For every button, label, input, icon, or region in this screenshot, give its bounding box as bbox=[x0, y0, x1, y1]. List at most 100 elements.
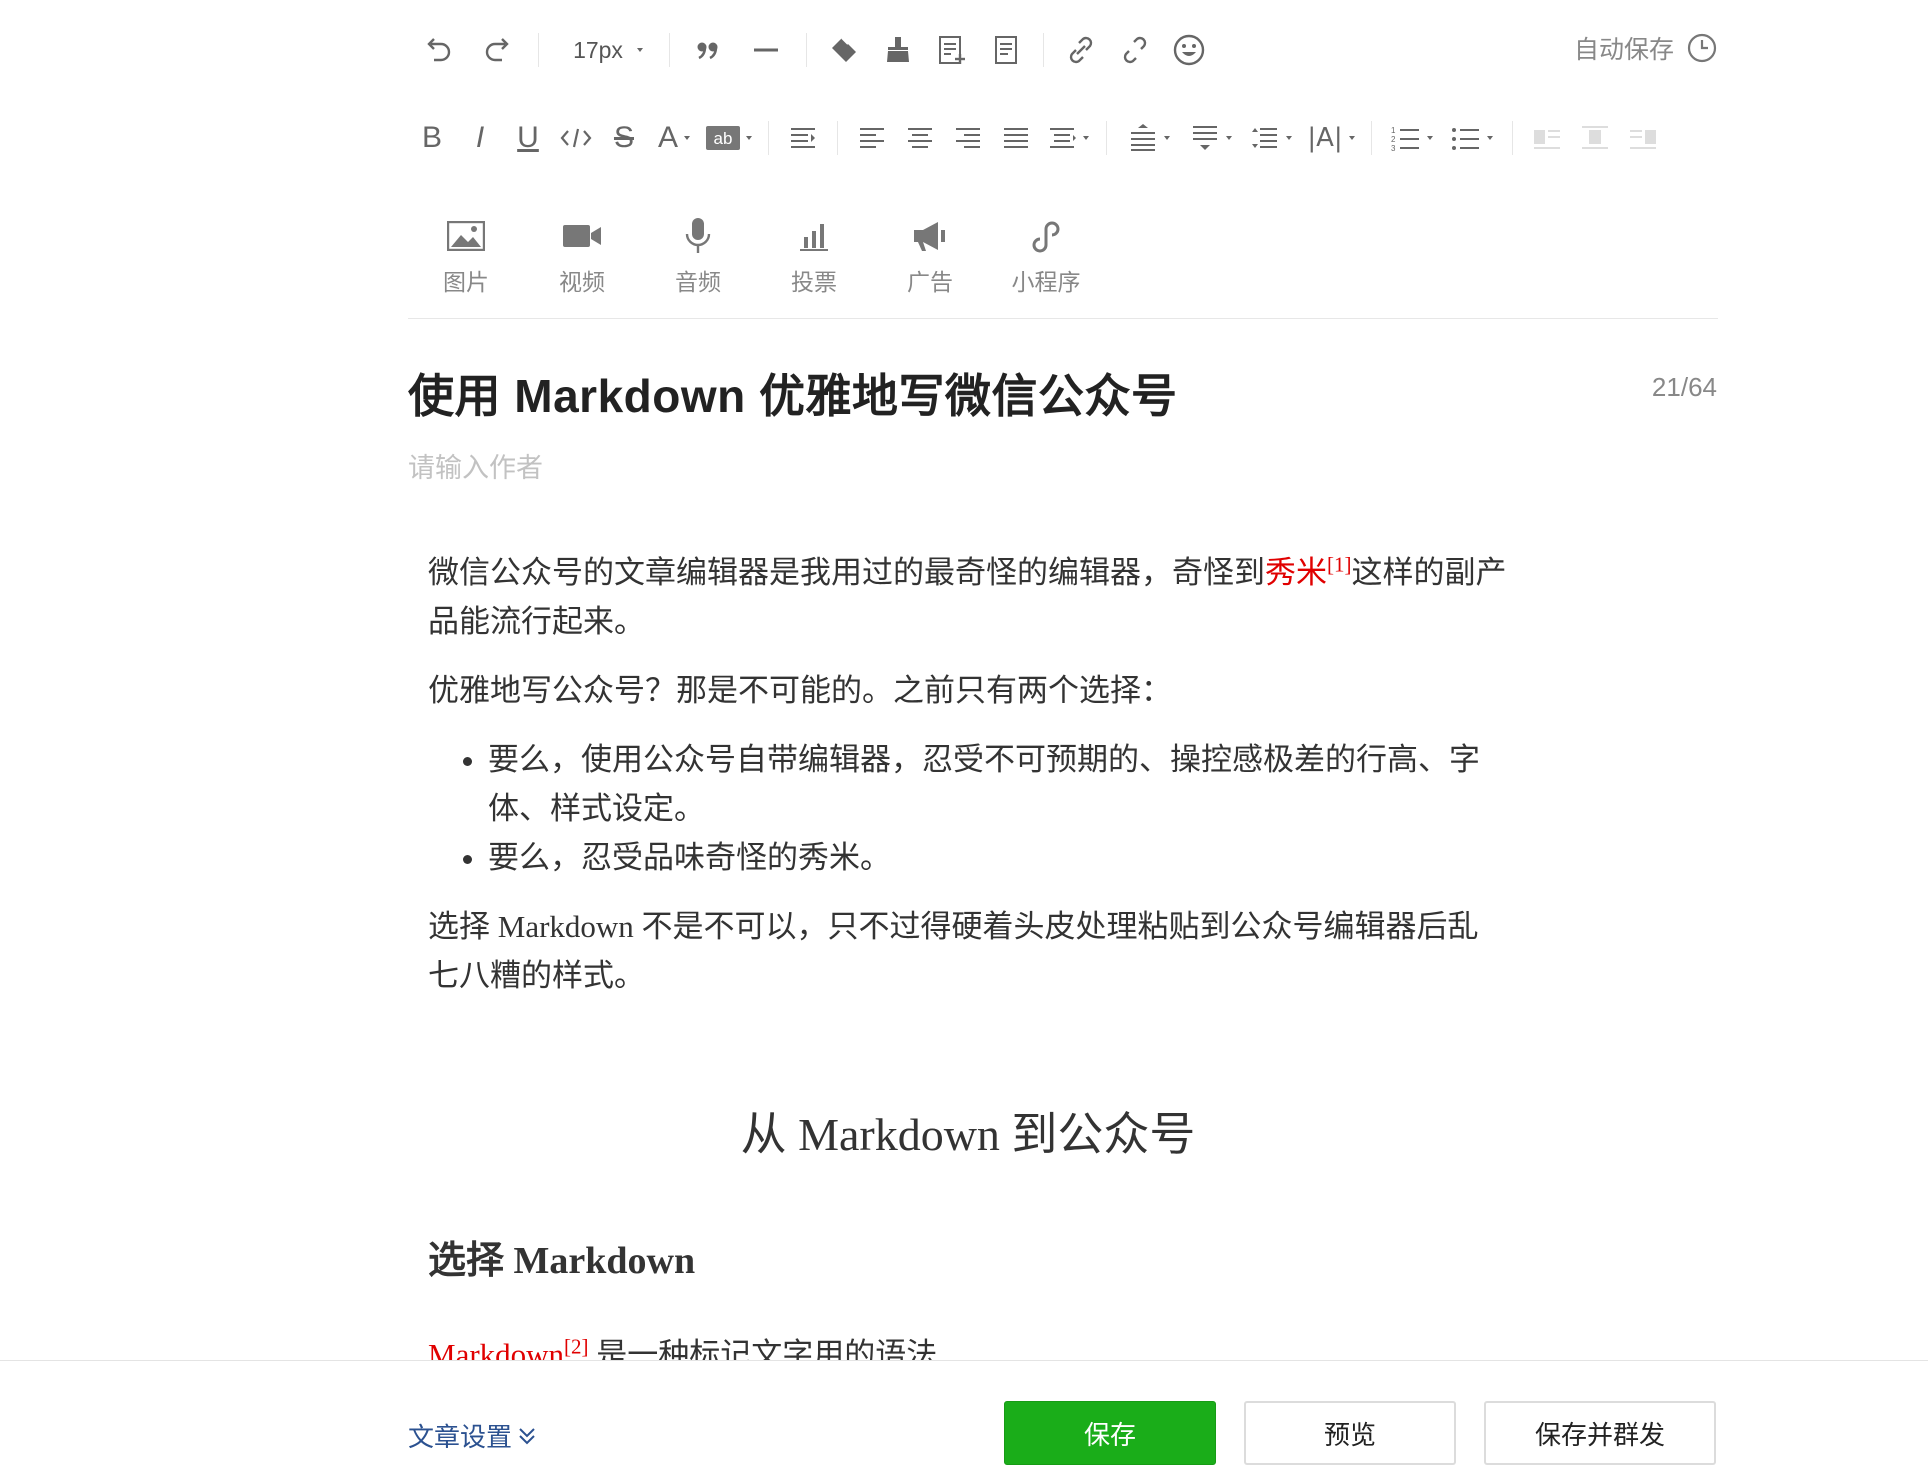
insert-image-label: 图片 bbox=[443, 269, 489, 295]
paragraph-partial: Markdown[2] 是一种标记文字用的语法 bbox=[428, 1330, 1508, 1360]
section-heading: 从 Markdown 到公众号 bbox=[740, 1109, 1196, 1160]
toolbar-row-2: B I U S A ab |A| 1 2 3 bbox=[408, 108, 1718, 168]
insert-audio-label: 音频 bbox=[675, 269, 721, 295]
insert-template-icon[interactable] bbox=[925, 30, 979, 70]
double-chevron-down-icon bbox=[519, 1427, 535, 1444]
svg-text:ab: ab bbox=[714, 129, 733, 148]
save-button[interactable]: 保存 bbox=[1004, 1401, 1216, 1465]
insert-image-button[interactable]: 图片 bbox=[408, 215, 524, 297]
emoji-icon[interactable] bbox=[1162, 30, 1216, 70]
svg-text:2: 2 bbox=[1391, 135, 1396, 144]
float-left-icon bbox=[1523, 118, 1571, 158]
spacing-bottom-icon bbox=[1193, 126, 1217, 150]
footnote-ref: [2] bbox=[564, 1334, 589, 1359]
ordered-list-icon: 123 bbox=[1391, 126, 1419, 152]
underline-icon[interactable]: U bbox=[504, 118, 552, 158]
paragraph-spacing-bottom-select[interactable] bbox=[1181, 118, 1241, 158]
insert-ad-button[interactable]: 广告 bbox=[872, 215, 988, 297]
toolbar-separator bbox=[1106, 121, 1107, 155]
insert-video-button[interactable]: 视频 bbox=[524, 215, 640, 297]
format-painter-icon[interactable] bbox=[871, 30, 925, 70]
toolbar-separator bbox=[669, 33, 670, 67]
paragraph: 优雅地写公众号？那是不可能的。之前只有两个选择： bbox=[428, 673, 1172, 708]
footnote-link[interactable]: 秀米 bbox=[1265, 555, 1327, 590]
chevron-down-icon bbox=[1427, 136, 1433, 140]
chevron-down-icon bbox=[1226, 136, 1232, 140]
float-right-icon bbox=[1619, 118, 1667, 158]
toolbar-separator bbox=[837, 121, 838, 155]
paragraph: 微信公众号的文章编辑器是我用过的最奇怪的编辑器，奇怪到秀米[1]这样的副产品能流… bbox=[428, 548, 1508, 646]
font-color-select[interactable]: A bbox=[648, 118, 700, 158]
save-and-mass-send-button[interactable]: 保存并群发 bbox=[1484, 1401, 1716, 1465]
autosave-toggle[interactable]: 自动保存 bbox=[1574, 30, 1718, 66]
insert-mini-program-button[interactable]: 小程序 bbox=[988, 215, 1104, 297]
line-height-select[interactable] bbox=[1241, 118, 1301, 158]
float-center-icon bbox=[1571, 118, 1619, 158]
code-icon[interactable] bbox=[552, 118, 600, 158]
chevron-down-icon bbox=[684, 136, 690, 140]
align-center-icon[interactable] bbox=[896, 118, 944, 158]
megaphone-icon bbox=[912, 215, 948, 257]
article-settings-label: 文章设置 bbox=[408, 1422, 513, 1452]
align-justify-icon[interactable] bbox=[992, 118, 1040, 158]
strikethrough-icon[interactable]: S bbox=[600, 118, 648, 158]
indent-icon[interactable] bbox=[779, 118, 827, 158]
horizontal-rule-icon[interactable] bbox=[736, 30, 796, 70]
unordered-list-icon bbox=[1452, 128, 1479, 150]
align-distribute-select[interactable] bbox=[1040, 118, 1096, 158]
bold-icon[interactable]: B bbox=[408, 118, 456, 158]
paragraph-text: 微信公众号的文章编辑器是我用过的最奇怪的编辑器，奇怪到 bbox=[428, 555, 1265, 590]
unlink-icon[interactable] bbox=[1108, 30, 1162, 70]
image-icon bbox=[447, 215, 485, 257]
chevron-down-icon bbox=[1164, 136, 1170, 140]
redo-icon[interactable] bbox=[468, 30, 528, 70]
line-height-icon bbox=[1252, 128, 1277, 148]
footnote-ref: [1] bbox=[1327, 552, 1352, 577]
letter-spacing-select[interactable]: |A| bbox=[1301, 118, 1361, 158]
list-item: 要么，使用公众号自带编辑器，忍受不可预期的、操控感极差的行高、字体、样式设定。 bbox=[488, 735, 1508, 833]
eraser-icon[interactable] bbox=[817, 30, 871, 70]
ordered-list-select[interactable]: 123 bbox=[1382, 118, 1442, 158]
align-right-icon[interactable] bbox=[944, 118, 992, 158]
title-char-counter: 21/64 bbox=[1651, 372, 1717, 402]
unordered-list-select[interactable] bbox=[1442, 118, 1502, 158]
list-item: 要么，忍受品味奇怪的秀米。 bbox=[488, 833, 1508, 882]
paragraph-spacing-top-select[interactable] bbox=[1117, 118, 1181, 158]
insert-video-label: 视频 bbox=[559, 269, 605, 295]
chevron-down-icon bbox=[746, 136, 752, 140]
article-content-editor[interactable]: 微信公众号的文章编辑器是我用过的最奇怪的编辑器，奇怪到秀米[1]这样的副产品能流… bbox=[428, 548, 1508, 1360]
insert-poll-button[interactable]: 投票 bbox=[756, 215, 872, 297]
toolbar-separator bbox=[1371, 121, 1372, 155]
font-color-icon: A bbox=[657, 121, 678, 154]
background-color-select[interactable]: ab bbox=[700, 118, 758, 158]
mini-program-icon bbox=[1029, 215, 1063, 257]
undo-icon[interactable] bbox=[408, 30, 468, 70]
letter-spacing-icon: |A| bbox=[1307, 123, 1343, 153]
link-icon[interactable] bbox=[1054, 30, 1108, 70]
insert-audio-button[interactable]: 音频 bbox=[640, 215, 756, 297]
author-input[interactable]: 请输入作者 bbox=[408, 446, 543, 485]
insert-mini-program-label: 小程序 bbox=[1011, 269, 1081, 295]
align-left-icon[interactable] bbox=[848, 118, 896, 158]
toolbar-separator bbox=[538, 33, 539, 67]
footnote-link[interactable]: Markdown bbox=[428, 1337, 564, 1360]
align-distribute-icon bbox=[1050, 128, 1076, 148]
chevron-down-icon bbox=[1487, 136, 1493, 140]
preview-button[interactable]: 预览 bbox=[1244, 1401, 1456, 1465]
paragraph: 选择 Markdown 不是不可以，只不过得硬着头皮处理粘贴到公众号编辑器后乱七… bbox=[428, 909, 1479, 993]
highlight-icon: ab bbox=[706, 126, 740, 150]
chevron-down-icon bbox=[1083, 136, 1089, 140]
font-size-select[interactable]: 17px bbox=[549, 30, 659, 70]
chevron-down-icon bbox=[1348, 136, 1355, 140]
chevron-down-icon bbox=[1286, 136, 1292, 140]
article-settings-toggle[interactable]: 文章设置 bbox=[408, 1417, 536, 1454]
toolbar-separator bbox=[768, 121, 769, 155]
italic-icon[interactable]: I bbox=[456, 118, 504, 158]
article-title-input[interactable]: 使用 Markdown 优雅地写微信公众号 bbox=[408, 360, 1178, 426]
microphone-icon bbox=[684, 215, 712, 257]
toolbar-separator bbox=[806, 33, 807, 67]
svg-text:1: 1 bbox=[1391, 126, 1396, 135]
blockquote-icon[interactable] bbox=[680, 30, 736, 70]
document-icon[interactable] bbox=[979, 30, 1033, 70]
bullet-list: 要么，使用公众号自带编辑器，忍受不可预期的、操控感极差的行高、字体、样式设定。 … bbox=[488, 735, 1508, 882]
